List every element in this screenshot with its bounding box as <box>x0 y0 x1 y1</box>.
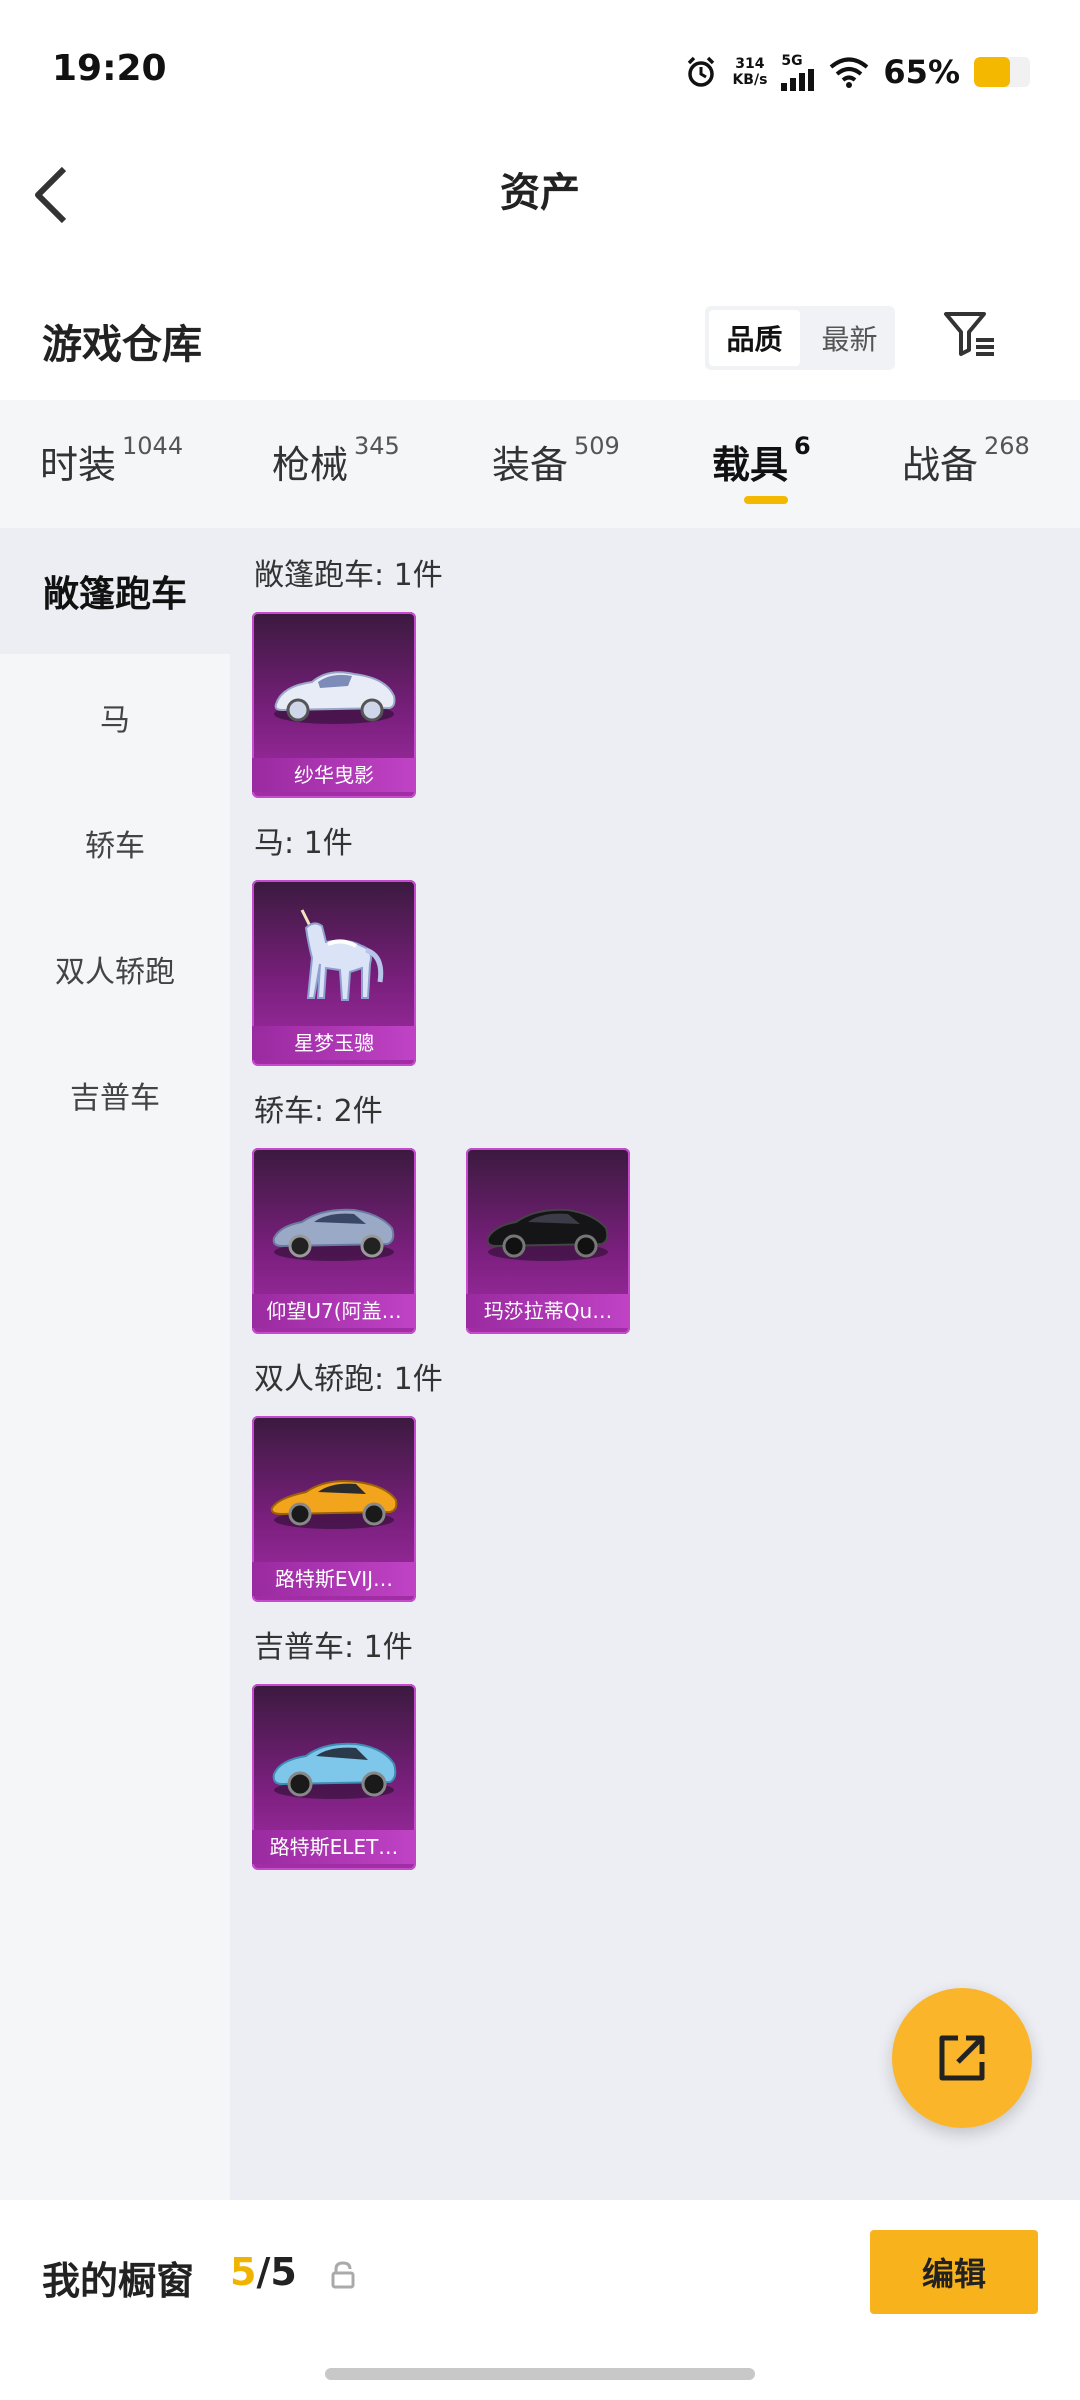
status-indicators: 314 KB/s 5G 65% <box>684 52 1030 92</box>
item-name: 路特斯EVIJ… <box>252 1562 416 1596</box>
filter-icon <box>944 312 994 356</box>
wifi-icon <box>830 57 869 88</box>
share-fab-button[interactable] <box>892 1988 1032 2128</box>
item-name: 纱华曳影 <box>252 758 416 792</box>
bottom-bar: 我的橱窗 5/5 编辑 <box>0 2200 1080 2400</box>
unicorn-horse-icon <box>300 909 384 1001</box>
signal-bars-icon <box>781 69 815 91</box>
tab-count: 268 <box>984 432 1030 460</box>
item-name: 路特斯ELET… <box>252 1830 416 1864</box>
alarm-icon <box>688 56 715 87</box>
home-indicator[interactable] <box>325 2368 755 2380</box>
showcase-separator: / <box>256 2250 271 2294</box>
sidebar-item-horse[interactable]: 马 <box>0 654 230 780</box>
group-title-convertible: 敞篷跑车: 1件 <box>254 558 443 593</box>
sidebar-item-convertible[interactable]: 敞篷跑车 <box>0 528 230 654</box>
suv-car-icon <box>272 1742 397 1799</box>
tab-count: 345 <box>354 432 400 460</box>
tab-battle-gear[interactable]: 战备 268 <box>902 432 1030 489</box>
sort-toggle: 品质 最新 <box>705 306 895 370</box>
category-tabs: 时装 1044 枪械 345 装备 509 载具 6 战备 268 <box>0 400 1080 529</box>
showcase-total: 5 <box>270 2250 297 2294</box>
item-name: 星梦玉骢 <box>252 1026 416 1060</box>
lock-icon <box>331 2261 355 2289</box>
sort-by-quality[interactable]: 品质 <box>709 310 800 366</box>
sidebar-item-coupe[interactable]: 双人轿跑 <box>0 906 230 1032</box>
edit-button[interactable]: 编辑 <box>870 2230 1038 2314</box>
item-name: 仰望U7(阿盖… <box>252 1294 416 1328</box>
network-speed-unit: KB/s <box>732 72 768 88</box>
warehouse-title: 游戏仓库 <box>42 322 202 368</box>
tab-vehicles[interactable]: 载具 6 <box>712 432 811 489</box>
tab-label: 载具 <box>712 443 789 487</box>
status-bar: 19:20 314 KB/s 5G 65% <box>0 0 1080 140</box>
sedan-car-icon <box>486 1208 609 1261</box>
network-speed-value: 314 <box>735 56 765 72</box>
item-card[interactable]: 纱华曳影 <box>252 612 416 798</box>
item-card[interactable]: 仰望U7(阿盖… <box>252 1148 416 1334</box>
battery-icon <box>974 57 1030 87</box>
warehouse-header: 游戏仓库 品质 最新 <box>0 280 1080 400</box>
app-header: 资产 <box>0 140 1080 250</box>
tab-firearms[interactable]: 枪械 345 <box>272 432 400 489</box>
signal-type: 5G <box>781 53 803 69</box>
sidebar-item-sedan[interactable]: 轿车 <box>0 780 230 906</box>
convertible-car-icon <box>274 671 396 724</box>
sports-car-icon <box>270 1480 398 1529</box>
tab-label: 战备 <box>902 443 979 487</box>
network-speed: 314 KB/s <box>732 56 767 88</box>
status-time: 19:20 <box>52 48 167 89</box>
filter-button[interactable] <box>940 304 1000 364</box>
vehicle-list: 敞篷跑车: 1件 纱华曳影 马: 1件 星梦玉骢 轿车: 2件 仰望U7(阿盖…… <box>230 528 1080 2200</box>
tab-count: 509 <box>574 432 620 460</box>
tab-count: 1044 <box>122 432 184 460</box>
sidebar-item-jeep[interactable]: 吉普车 <box>0 1032 230 1158</box>
page-title: 资产 <box>500 170 580 216</box>
active-tab-indicator <box>744 496 788 504</box>
tab-equipment[interactable]: 装备 509 <box>492 432 620 489</box>
cellular-signal: 5G <box>781 53 815 91</box>
battery-percent: 65% <box>883 53 960 91</box>
vehicle-type-sidebar: 敞篷跑车 马 轿车 双人轿跑 吉普车 <box>0 528 230 2200</box>
group-title-coupe: 双人轿跑: 1件 <box>254 1362 443 1397</box>
share-external-icon <box>939 2035 985 2081</box>
sort-by-newest[interactable]: 最新 <box>804 306 895 370</box>
showcase-current: 5 <box>230 2250 257 2294</box>
tab-count: 6 <box>794 432 811 460</box>
item-card[interactable]: 路特斯ELET… <box>252 1684 416 1870</box>
tab-fashion[interactable]: 时装 1044 <box>40 432 184 489</box>
group-title-sedan: 轿车: 2件 <box>254 1094 383 1129</box>
showcase-label: 我的橱窗 <box>42 2259 195 2303</box>
tab-label: 枪械 <box>272 443 349 487</box>
item-card[interactable]: 玛莎拉蒂Qu… <box>466 1148 630 1334</box>
showcase-count: 5/5 <box>230 2250 297 2294</box>
item-name: 玛莎拉蒂Qu… <box>466 1294 630 1328</box>
group-title-horse: 马: 1件 <box>254 826 353 861</box>
tab-label: 时装 <box>40 443 117 487</box>
tab-label: 装备 <box>492 443 569 487</box>
group-title-jeep: 吉普车: 1件 <box>254 1630 413 1665</box>
item-card[interactable]: 星梦玉骢 <box>252 880 416 1066</box>
sedan-car-icon <box>272 1208 395 1261</box>
item-card[interactable]: 路特斯EVIJ… <box>252 1416 416 1602</box>
battery-level <box>974 57 1011 87</box>
